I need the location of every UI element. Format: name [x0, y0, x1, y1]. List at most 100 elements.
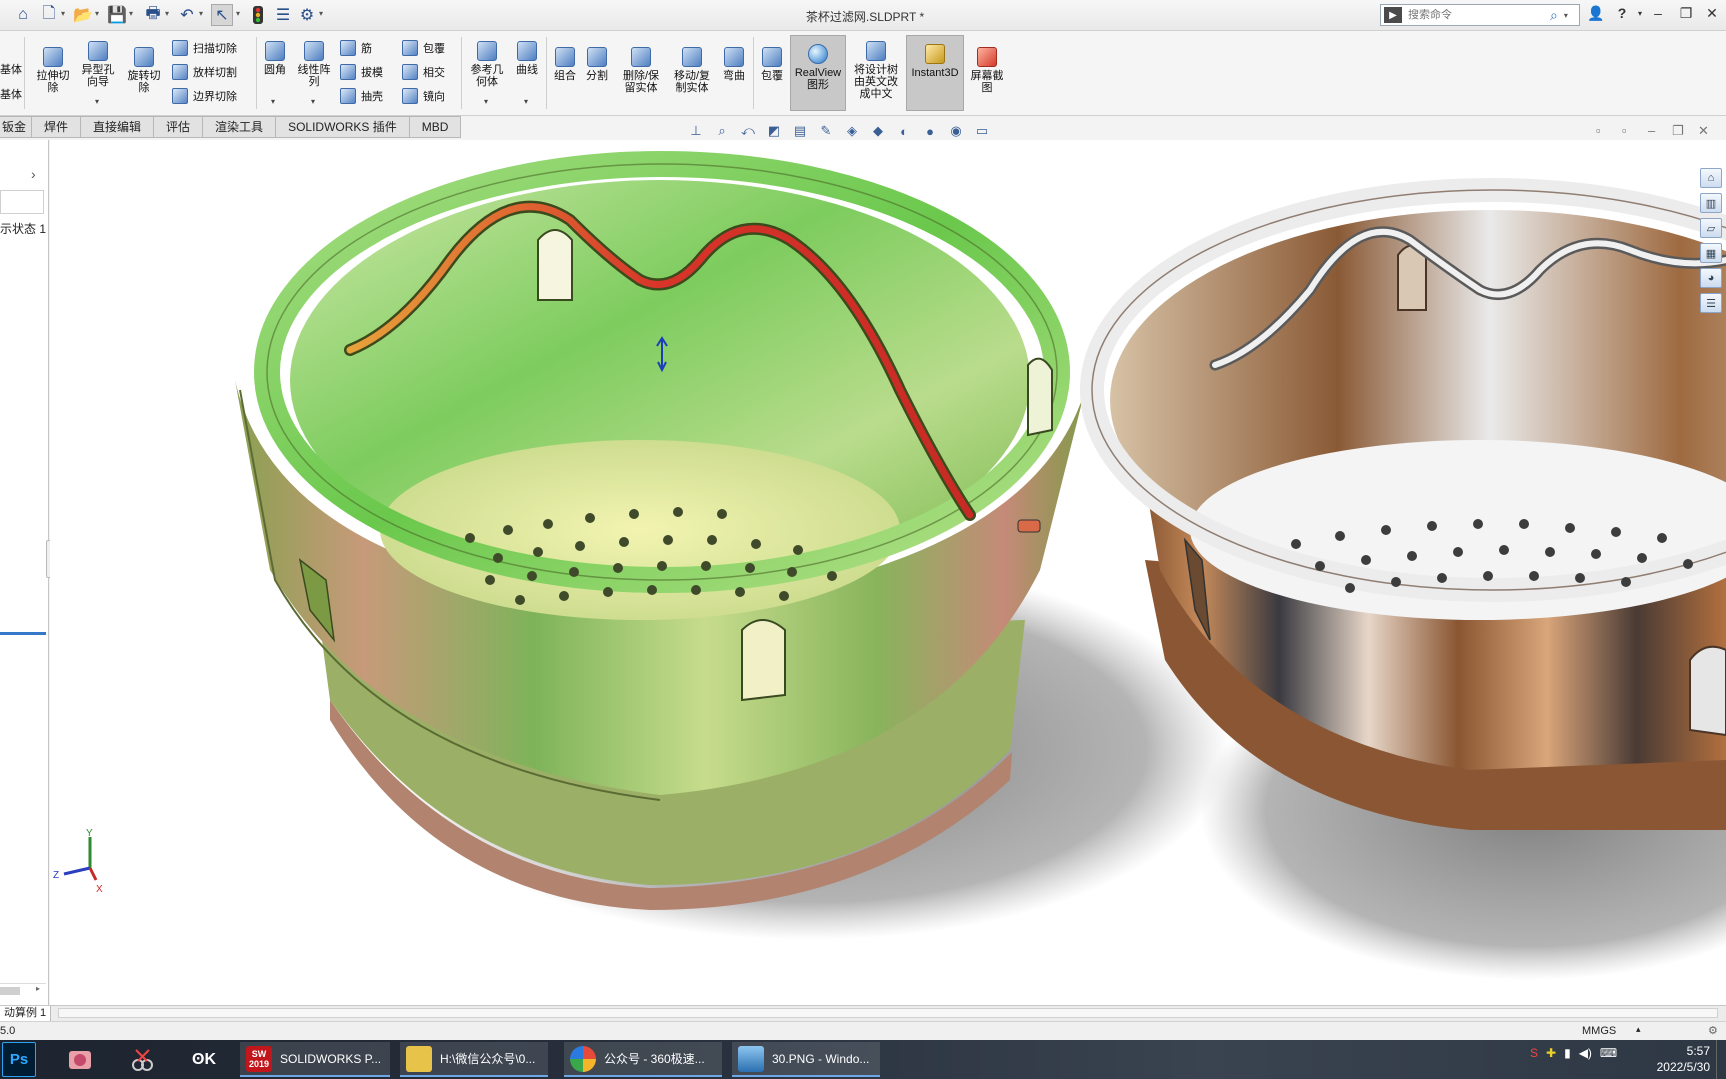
display-style-icon[interactable]: ◆ — [868, 121, 888, 141]
combine-button[interactable]: 组合 — [550, 47, 580, 82]
doc-close-icon[interactable]: ✕ — [1698, 123, 1709, 139]
volume-icon[interactable]: ◀) — [1579, 1046, 1592, 1060]
taskbar-item-explorer[interactable]: H:\微信公众号\0... — [400, 1042, 548, 1077]
draft-button[interactable]: 拔模 — [340, 64, 383, 80]
chevron-right-icon[interactable]: › — [31, 166, 36, 182]
help-icon[interactable]: ? — [1612, 5, 1632, 25]
curves-button[interactable]: 曲线 — [512, 41, 542, 76]
edit-appearance-icon[interactable]: ● — [920, 121, 940, 141]
file-explorer-icon[interactable]: ▱ — [1700, 218, 1722, 238]
chevron-down-icon[interactable]: ▾ — [61, 9, 69, 21]
taskbar-item-photo-viewer[interactable]: 30.PNG - Windo... — [732, 1042, 880, 1077]
solidworks-resources-icon[interactable]: ⌂ — [1700, 168, 1722, 188]
graphics-viewport[interactable]: Y Z X — [50, 140, 1726, 1005]
ribbon-cut-label[interactable]: 基体 — [0, 61, 22, 77]
green-filter-part[interactable] — [235, 151, 1090, 910]
view-settings-icon[interactable]: ▭ — [972, 121, 992, 141]
tab-weldments[interactable]: 焊件 — [32, 116, 82, 138]
extrude-cut-button[interactable]: 拉伸切 除 — [33, 47, 73, 94]
search-icon[interactable]: ⌕ — [1550, 7, 1558, 24]
instant3d-icon[interactable]: ✎ — [816, 121, 836, 141]
view-orientation-icon[interactable]: ◈ — [842, 121, 862, 141]
tab-direct-editing[interactable]: 直接编辑 — [81, 116, 155, 138]
open-folder-icon[interactable]: 📂 — [72, 4, 94, 26]
loft-cut-button[interactable]: 放样切割 — [172, 64, 237, 80]
command-search[interactable]: ▶ ⌕ ▾ — [1380, 4, 1580, 26]
status-options-icon[interactable]: ⚙ — [1708, 1024, 1718, 1037]
options-gear-icon[interactable]: ⚙ — [296, 4, 318, 26]
display-state-label[interactable]: 示状态 1 — [0, 220, 46, 237]
rib-button[interactable]: 筋 — [340, 40, 372, 56]
hole-wizard-button[interactable]: 异型孔 向导 — [78, 41, 118, 88]
intersect-button[interactable]: 相交 — [402, 64, 445, 80]
print-icon[interactable]: 🖶 — [142, 4, 164, 26]
ribbon-cut-label[interactable]: 基体 — [0, 86, 22, 102]
chevron-down-icon[interactable]: ▾ — [199, 9, 207, 21]
chevron-down-icon[interactable]: ▾ — [484, 97, 488, 106]
instant3d-button[interactable]: Instant3D — [906, 35, 964, 111]
zoom-to-fit-icon[interactable]: ⊥ — [686, 121, 706, 141]
taskbar-item-solidworks[interactable]: SW 2019 SOLIDWORKS P... — [240, 1042, 390, 1077]
user-icon[interactable]: 👤 — [1586, 5, 1606, 25]
screen-capture-button[interactable]: 屏幕截 图 — [966, 47, 1008, 94]
tab-render-tools[interactable]: 渲染工具 — [203, 116, 277, 138]
model-render[interactable]: Y Z X — [50, 140, 1726, 1005]
keyboard-icon[interactable]: ⌨ — [1600, 1046, 1617, 1060]
snipping-tool-icon[interactable] — [124, 1042, 160, 1077]
tab-solidworks-addins[interactable]: SOLIDWORKS 插件 — [276, 116, 410, 138]
input-method-icon[interactable]: S — [1530, 1046, 1538, 1060]
motion-study-tab[interactable]: 动算例 1 — [0, 1006, 52, 1021]
chevron-down-icon[interactable]: ▾ — [165, 9, 173, 21]
filter-field[interactable] — [0, 190, 44, 214]
tab-scrollbar[interactable] — [58, 1008, 1718, 1018]
boundary-cut-button[interactable]: 边界切除 — [172, 88, 237, 104]
chevron-down-icon[interactable]: ▾ — [236, 9, 244, 21]
translate-tree-button[interactable]: 将设计树 由英文改 成中文 — [848, 41, 904, 100]
dynamic-annotation-icon[interactable]: ▤ — [790, 121, 810, 141]
delete-keep-body-button[interactable]: 删除/保 留实体 — [617, 47, 665, 94]
tile-vertical-icon[interactable]: ▫ — [1622, 123, 1627, 138]
file-properties-icon[interactable]: ☰ — [272, 4, 294, 26]
chevron-down-icon[interactable]: ▾ — [311, 97, 315, 106]
doc-minimize-icon[interactable]: – — [1648, 123, 1655, 138]
apply-scene-icon[interactable]: ◉ — [946, 121, 966, 141]
rebuild-traffic-light-icon[interactable] — [247, 4, 269, 26]
clock[interactable]: 5:57 2022/5/30 — [1640, 1043, 1710, 1075]
chevron-down-icon[interactable]: ▾ — [271, 97, 275, 106]
tile-horizontal-icon[interactable]: ▫ — [1596, 123, 1601, 138]
chevron-down-icon[interactable]: ▾ — [319, 9, 327, 21]
chevron-down-icon[interactable]: ▾ — [524, 97, 528, 106]
realview-graphics-button[interactable]: RealView 图形 — [790, 35, 846, 111]
select-pointer-icon[interactable]: ↖ — [211, 4, 233, 26]
tab-sheet-metal[interactable]: 钣金 — [0, 116, 32, 138]
linear-pattern-button[interactable]: 线性阵 列 — [294, 41, 334, 88]
home-icon[interactable]: ⌂ — [12, 4, 34, 26]
wrap-button-2[interactable]: 包覆 — [757, 47, 787, 82]
split-button[interactable]: 分割 — [582, 47, 612, 82]
chevron-right-icon[interactable]: ▸ — [36, 984, 40, 993]
zoom-to-area-icon[interactable]: ⌕ — [712, 121, 732, 141]
horizontal-scrollbar[interactable]: ▸ — [0, 983, 46, 997]
undo-icon[interactable]: ↶ — [176, 4, 198, 26]
mirror-button[interactable]: 镜向 — [402, 88, 445, 104]
chevron-down-icon[interactable]: ▾ — [1564, 11, 1568, 20]
section-view-icon[interactable]: ◩ — [764, 121, 784, 141]
previous-view-icon[interactable]: ⤺ — [738, 121, 758, 141]
search-input[interactable] — [1408, 9, 1548, 21]
new-document-icon[interactable]: 🗋 — [38, 4, 60, 26]
revolve-cut-button[interactable]: 旋转切 除 — [124, 47, 164, 94]
photoshop-icon[interactable]: Ps — [2, 1042, 36, 1077]
chevron-down-icon[interactable]: ▾ — [95, 97, 99, 106]
tab-evaluate[interactable]: 评估 — [154, 116, 204, 138]
chevron-down-icon[interactable]: ▾ — [129, 9, 137, 21]
image-viewer-icon[interactable] — [62, 1042, 98, 1077]
save-icon[interactable]: 💾 — [106, 4, 128, 26]
reference-geometry-button[interactable]: 参考几 何体 — [466, 41, 508, 88]
doc-restore-icon[interactable]: ❐ — [1672, 123, 1684, 139]
unit-system[interactable]: MMGS — [1582, 1025, 1616, 1037]
move-copy-body-button[interactable]: 移动/复 制实体 — [668, 47, 716, 94]
fillet-button[interactable]: 圆角 — [261, 41, 289, 76]
security-icon[interactable]: ✚ — [1546, 1046, 1556, 1060]
show-desktop-button[interactable] — [1716, 1040, 1726, 1079]
panel-divider[interactable] — [0, 632, 46, 635]
